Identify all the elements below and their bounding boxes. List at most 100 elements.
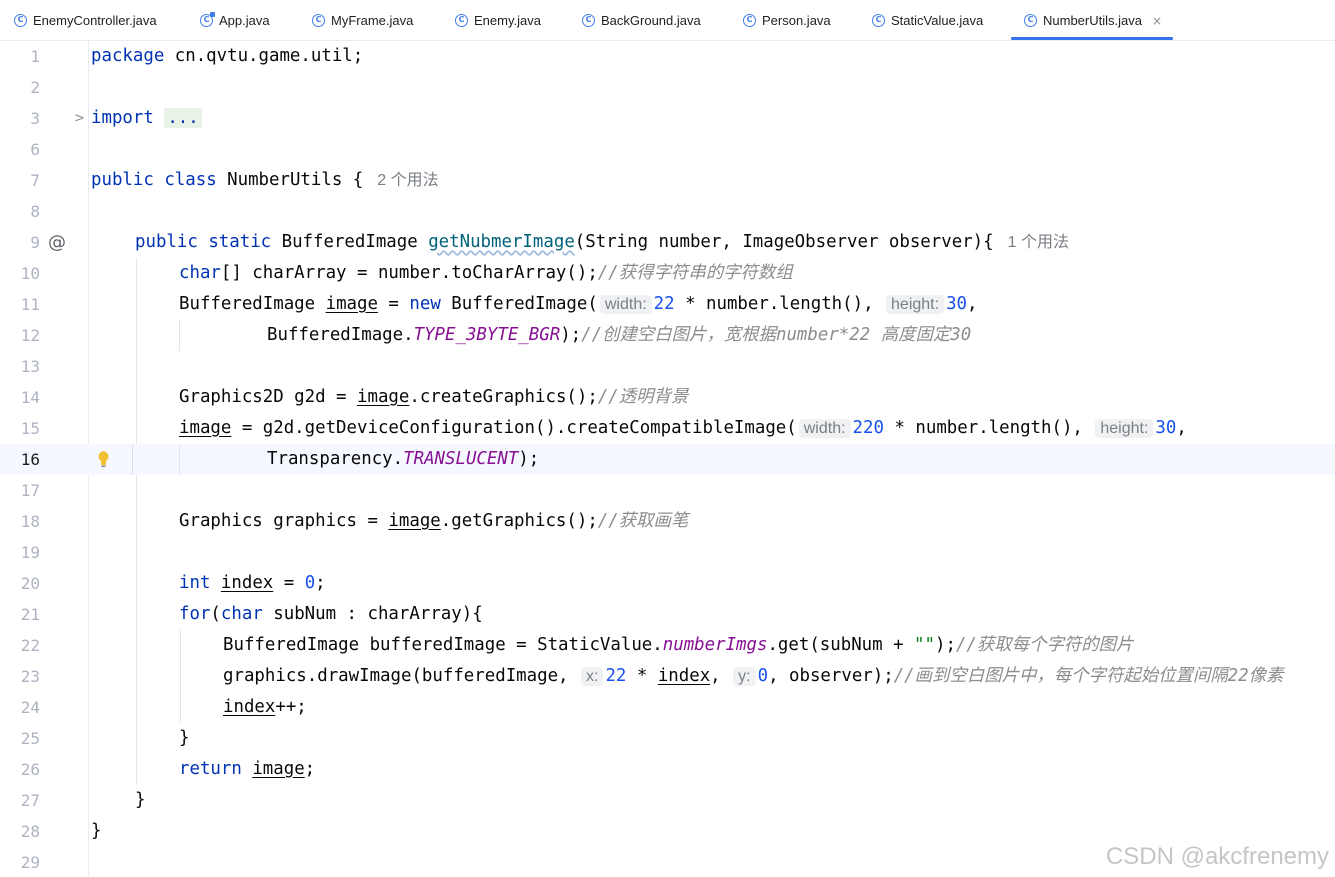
indent-guide — [180, 661, 181, 692]
tab-myframe[interactable]: C MyFrame.java — [312, 0, 413, 41]
indent-guide — [136, 413, 137, 444]
code-line[interactable]: 1 package cn.qvtu.game.util; — [0, 41, 1335, 72]
tab-app[interactable]: C App.java — [200, 0, 270, 41]
code-text: image = g2d.getDeviceConfiguration().cre… — [179, 418, 1187, 438]
code-text: for(char subNum : charArray){ — [179, 604, 483, 624]
code-line[interactable]: 15 image = g2d.getDeviceConfiguration().… — [0, 413, 1335, 444]
line-number: 29 — [20, 853, 40, 872]
indent-guide — [136, 692, 137, 723]
tab-numberutils[interactable]: C NumberUtils.java × — [1024, 0, 1162, 41]
tab-person[interactable]: C Person.java — [743, 0, 831, 41]
line-number: 3 — [30, 109, 40, 128]
code-line-current[interactable]: 16 Transparency.TRANSLUCENT); — [0, 444, 1335, 475]
tab-label: BackGround.java — [601, 13, 701, 28]
line-number: 8 — [30, 202, 40, 221]
code-line[interactable]: 19 — [0, 537, 1335, 568]
code-line[interactable]: 24 index++; — [0, 692, 1335, 723]
code-line[interactable]: 3 > import ... — [0, 103, 1335, 134]
parameter-hint: x: — [580, 667, 604, 686]
indent-guide — [136, 754, 137, 785]
code-text: int index = 0; — [179, 573, 326, 593]
code-text: } — [135, 790, 146, 810]
indent-guide — [179, 444, 180, 475]
code-line[interactable]: 21 for(char subNum : charArray){ — [0, 599, 1335, 630]
code-text: index++; — [223, 697, 307, 717]
code-line[interactable]: 12 BufferedImage.TYPE_3BYTE_BGR);//创建空白图… — [0, 320, 1335, 351]
line-number: 13 — [20, 357, 40, 376]
indent-guide — [180, 630, 181, 661]
code-line[interactable]: 18 Graphics graphics = image.getGraphics… — [0, 506, 1335, 537]
line-number: 20 — [20, 574, 40, 593]
indent-guide — [132, 444, 133, 475]
line-number: 25 — [20, 729, 40, 748]
code-text: Transparency.TRANSLUCENT); — [267, 449, 540, 469]
indent-guide — [136, 599, 137, 630]
code-line[interactable]: 20 int index = 0; — [0, 568, 1335, 599]
tab-label: Person.java — [762, 13, 831, 28]
indent-guide — [136, 630, 137, 661]
line-number: 22 — [20, 636, 40, 655]
line-number: 17 — [20, 481, 40, 500]
usage-hint[interactable]: 1 个用法 — [1008, 234, 1069, 251]
editor-tab-bar: C EnemyController.java C App.java C MyFr… — [0, 0, 1335, 41]
line-number: 7 — [30, 171, 40, 190]
class-icon: C — [582, 14, 595, 27]
line-number: 1 — [30, 47, 40, 66]
code-text: BufferedImage.TYPE_3BYTE_BGR);//创建空白图片，宽… — [267, 325, 972, 345]
code-line[interactable]: 6 — [0, 134, 1335, 165]
line-number: 9 — [30, 233, 40, 252]
folded-imports[interactable]: ... — [164, 108, 202, 128]
line-number: 10 — [20, 264, 40, 283]
code-text: } — [91, 821, 102, 841]
tab-label: EnemyController.java — [33, 13, 157, 28]
code-line[interactable]: 10 char[] charArray = number.toCharArray… — [0, 258, 1335, 289]
tab-staticvalue[interactable]: C StaticValue.java — [872, 0, 983, 41]
class-icon: C — [14, 14, 27, 27]
line-number: 11 — [20, 295, 40, 314]
tab-background[interactable]: C BackGround.java — [582, 0, 701, 41]
code-line[interactable]: 23 graphics.drawImage(bufferedImage, x: 2… — [0, 661, 1335, 692]
line-number: 19 — [20, 543, 40, 562]
code-text: BufferedImage image = new BufferedImage(… — [179, 294, 978, 314]
code-line[interactable]: 2 — [0, 72, 1335, 103]
tab-enemy[interactable]: C Enemy.java — [455, 0, 541, 41]
indent-guide — [136, 723, 137, 754]
line-number: 24 — [20, 698, 40, 717]
indent-guide — [136, 351, 137, 382]
indent-guide — [136, 475, 137, 506]
code-text: char[] charArray = number.toCharArray();… — [179, 263, 793, 283]
code-line[interactable]: 13 — [0, 351, 1335, 382]
code-line[interactable]: 17 — [0, 475, 1335, 506]
code-text: import ... — [91, 103, 202, 134]
indent-guide — [136, 661, 137, 692]
parameter-hint: width: — [599, 295, 652, 314]
class-icon: C — [455, 14, 468, 27]
indent-guide — [180, 692, 181, 723]
watermark: CSDN @akcfrenemy — [1105, 843, 1329, 870]
code-text: package cn.qvtu.game.util; — [91, 46, 364, 66]
indent-guide — [136, 289, 137, 320]
line-number: 27 — [20, 791, 40, 810]
indent-guide — [136, 568, 137, 599]
line-number: 26 — [20, 760, 40, 779]
code-line[interactable]: 11 BufferedImage image = new BufferedIma… — [0, 289, 1335, 320]
indent-guide — [136, 258, 137, 289]
parameter-hint: width: — [798, 419, 851, 438]
code-line[interactable]: 22 BufferedImage bufferedImage = StaticV… — [0, 630, 1335, 661]
code-line[interactable]: 14 Graphics2D g2d = image.createGraphics… — [0, 382, 1335, 413]
code-line[interactable]: 25 } — [0, 723, 1335, 754]
tab-enemycontroller[interactable]: C EnemyController.java — [14, 0, 157, 41]
tab-label: NumberUtils.java — [1043, 13, 1142, 28]
override-at-icon[interactable]: @ — [48, 227, 66, 258]
lightbulb-icon[interactable] — [98, 451, 109, 468]
indent-guide — [136, 506, 137, 537]
close-icon[interactable]: × — [1152, 14, 1162, 28]
code-line[interactable]: 8 — [0, 196, 1335, 227]
code-line[interactable]: 26 return image; — [0, 754, 1335, 785]
fold-expand-icon[interactable]: > — [74, 103, 85, 134]
code-line[interactable]: 27 } — [0, 785, 1335, 816]
code-line[interactable]: 9 @ public static BufferedImage getNubme… — [0, 227, 1335, 258]
usage-hint[interactable]: 2 个用法 — [377, 172, 438, 189]
code-line[interactable]: 7 public class NumberUtils {2 个用法 — [0, 165, 1335, 196]
active-tab-indicator — [1011, 37, 1173, 40]
